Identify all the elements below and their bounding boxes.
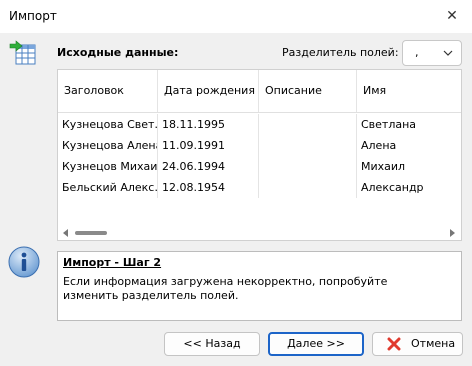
table-cell <box>259 135 357 156</box>
data-grid[interactable]: Заголовок Дата рождения Описание Имя Куз… <box>57 69 462 241</box>
table-cell: 24.06.1994 <box>158 156 259 177</box>
import-table-icon <box>9 40 36 65</box>
cancel-button-label: Отмена <box>411 337 456 350</box>
table-cell <box>259 156 357 177</box>
title-bar: Импорт ✕ <box>0 0 472 33</box>
table-row[interactable]: Кузнецова Алена 11.09.1991 Алена <box>58 135 461 156</box>
column-header[interactable]: Описание <box>259 70 357 112</box>
table-cell <box>259 177 357 198</box>
close-icon[interactable]: ✕ <box>440 5 464 27</box>
info-icon <box>8 246 40 278</box>
grid-header: Заголовок Дата рождения Описание Имя <box>58 70 461 113</box>
table-cell: 11.09.1991 <box>158 135 259 156</box>
source-data-heading: Исходные данные: <box>57 46 179 59</box>
table-cell: Кузнецова Свет… <box>58 114 158 135</box>
column-header[interactable]: Имя <box>357 70 461 112</box>
table-row[interactable]: Кузнецов Михаил 24.06.1994 Михаил <box>58 156 461 177</box>
table-cell: Алена <box>361 139 397 152</box>
step-description: Если информация загружена некорректно, п… <box>63 275 388 302</box>
table-cell: Бельский Алекс… <box>58 177 158 198</box>
scroll-thumb[interactable] <box>75 231 107 235</box>
step-info-panel: Импорт - Шаг 2 Если информация загружена… <box>57 251 462 321</box>
window-title: Импорт <box>9 9 57 23</box>
column-header[interactable]: Дата рождения <box>158 70 259 112</box>
table-cell: Кузнецова Алена <box>58 135 158 156</box>
separator-value: , <box>415 46 419 59</box>
horizontal-scrollbar[interactable] <box>58 226 461 240</box>
table-cell: 12.08.1954 <box>158 177 259 198</box>
cancel-button[interactable]: Отмена <box>372 332 463 356</box>
step-title: Импорт - Шаг 2 <box>63 256 162 269</box>
scroll-right-icon[interactable] <box>449 229 455 237</box>
separator-dropdown[interactable]: , <box>402 40 462 66</box>
next-button[interactable]: Далее >> <box>268 332 364 356</box>
cancel-x-icon <box>387 337 401 351</box>
table-cell <box>259 114 357 135</box>
table-cell: Светлана <box>361 118 417 131</box>
scroll-left-icon[interactable] <box>63 229 69 237</box>
table-row[interactable]: Кузнецова Свет… 18.11.1995 Светлана <box>58 114 461 135</box>
table-cell: 18.11.1995 <box>158 114 259 135</box>
column-header[interactable]: Заголовок <box>58 70 158 112</box>
table-row[interactable]: Бельский Алекс… 12.08.1954 Александр <box>58 177 461 198</box>
table-cell: Кузнецов Михаил <box>58 156 158 177</box>
separator-label: Разделитель полей: <box>282 46 399 59</box>
table-cell: Александр <box>361 181 424 194</box>
back-button[interactable]: << Назад <box>164 332 260 356</box>
chevron-down-icon <box>443 50 453 56</box>
table-cell: Михаил <box>361 160 406 173</box>
